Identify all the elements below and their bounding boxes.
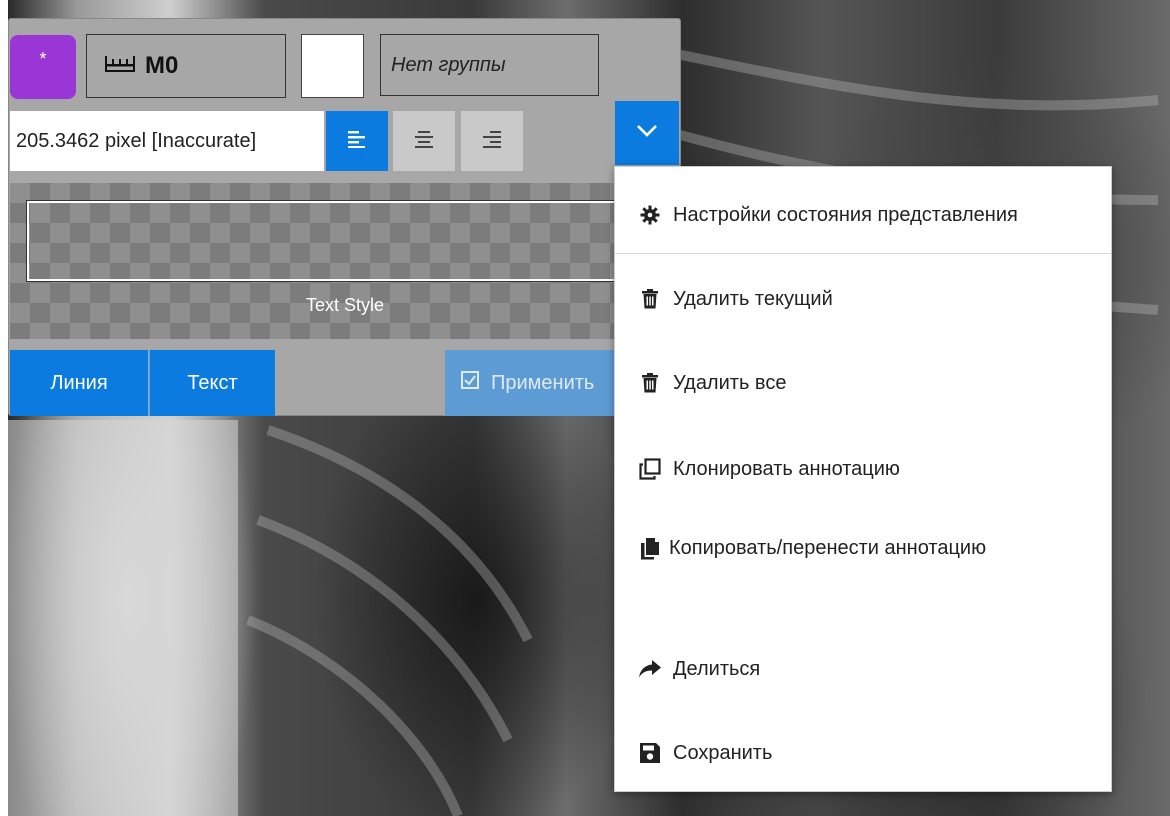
copy-icon [639, 537, 661, 560]
menu-item-view-state-settings[interactable]: Настройки состояния представления [615, 195, 1111, 235]
share-icon [639, 658, 661, 680]
group-select[interactable]: Нет группы [380, 34, 599, 96]
menu-divider [615, 253, 1111, 254]
tab-text-label: Текст [187, 371, 238, 394]
clone-icon [639, 458, 661, 480]
align-left-button[interactable] [326, 111, 388, 171]
trash-icon [639, 372, 661, 394]
marker-star-button[interactable]: * [10, 35, 76, 99]
trash-icon [639, 288, 661, 310]
menu-item-label: Удалить все [673, 371, 787, 394]
annotation-panel: * M0 Нет группы 205.3462 pixel [Inaccura… [8, 18, 682, 416]
menu-item-copy-move-annotation[interactable]: Копировать/перенести аннотацию [615, 531, 1111, 611]
measure-label: M0 [145, 52, 179, 79]
text-style-label: Text Style [305, 295, 385, 315]
menu-item-delete-current[interactable]: Удалить текущий [615, 279, 1111, 319]
menu-item-label: Клонировать аннотацию [673, 457, 900, 480]
menu-item-save[interactable]: Сохранить [615, 733, 1111, 773]
align-right-icon [482, 130, 502, 153]
align-right-button[interactable] [461, 111, 523, 171]
menu-item-label: Удалить текущий [673, 287, 833, 310]
menu-item-clone-annotation[interactable]: Клонировать аннотацию [615, 449, 1111, 489]
menu-item-delete-all[interactable]: Удалить все [615, 363, 1111, 403]
checkbox-icon [461, 371, 479, 395]
ruler-icon [103, 52, 137, 81]
text-style-preview-box[interactable] [26, 200, 668, 282]
color-picker[interactable] [301, 34, 364, 98]
star-label: * [39, 49, 47, 69]
menu-item-label: Копировать/перенести аннотацию [669, 537, 987, 559]
measure-button[interactable]: M0 [86, 34, 286, 98]
tab-line[interactable]: Линия [10, 350, 148, 416]
menu-item-label: Сохранить [673, 741, 773, 764]
more-options-button[interactable] [615, 101, 679, 165]
save-icon [639, 742, 661, 764]
align-left-icon [347, 130, 367, 153]
align-center-button[interactable] [393, 111, 455, 171]
menu-item-text-block: Копировать/перенести аннотацию [639, 531, 986, 565]
menu-item-share[interactable]: Делиться [615, 649, 1111, 689]
tab-line-label: Линия [50, 371, 108, 394]
tab-text[interactable]: Текст [149, 350, 275, 416]
options-dropdown-menu: Настройки состояния представления Удалит… [614, 166, 1112, 792]
chevron-down-icon [636, 124, 658, 143]
menu-item-label: Настройки состояния представления [673, 203, 1018, 226]
annotation-text-input[interactable] [10, 111, 324, 171]
apply-label: Применить [491, 371, 595, 394]
menu-item-label: Делиться [673, 657, 761, 680]
gear-icon [639, 204, 661, 226]
group-placeholder: Нет группы [391, 53, 506, 76]
align-center-icon [414, 130, 434, 153]
